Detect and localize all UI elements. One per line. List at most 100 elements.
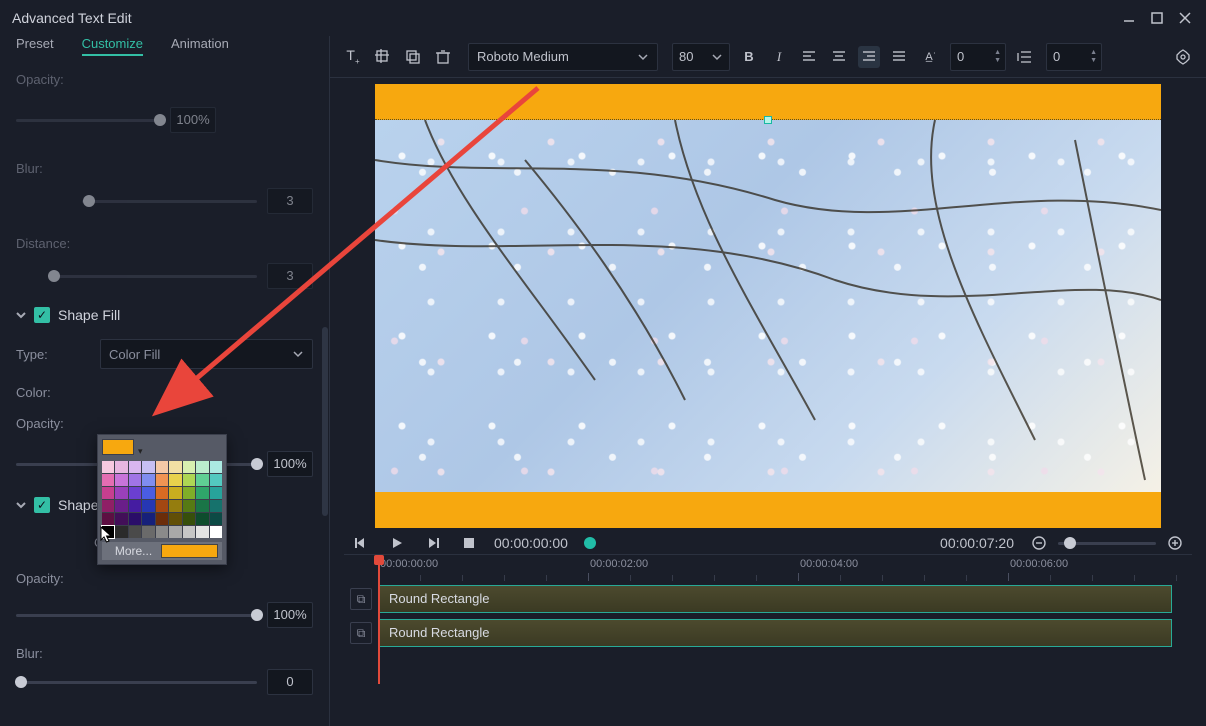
color-swatch[interactable] [196, 513, 208, 525]
color-swatch[interactable] [210, 474, 222, 486]
color-swatch[interactable] [142, 526, 154, 538]
maximize-button[interactable] [1148, 9, 1166, 27]
italic-button[interactable]: I [768, 46, 790, 68]
color-swatch[interactable] [169, 526, 181, 538]
color-swatch[interactable] [102, 513, 114, 525]
zoom-out-button[interactable] [1028, 532, 1050, 554]
shape-border-opacity-slider[interactable] [16, 614, 257, 617]
color-swatch[interactable] [210, 461, 222, 473]
color-swatch[interactable] [196, 526, 208, 538]
zoom-slider[interactable] [1058, 542, 1156, 545]
track-type-icon[interactable]: ⧉ [350, 588, 372, 610]
close-button[interactable] [1176, 9, 1194, 27]
color-swatch[interactable] [210, 526, 222, 538]
sidebar-scrollbar[interactable] [322, 327, 328, 516]
shape-border-checkbox[interactable]: ✓ [34, 497, 50, 513]
add-text-button[interactable]: T+ [342, 46, 364, 68]
step-back-button[interactable] [350, 532, 372, 554]
section-shape-fill[interactable]: ✓ Shape Fill [16, 307, 313, 323]
timeline-clip[interactable]: Round Rectangle [378, 619, 1172, 647]
title-shape-top[interactable] [375, 84, 1161, 120]
color-swatch[interactable] [169, 500, 181, 512]
line-spacing-icon[interactable] [1014, 46, 1036, 68]
shape-border-blur-value[interactable]: 0 [267, 669, 313, 695]
align-right-icon[interactable] [858, 46, 880, 68]
shape-border-opacity-value[interactable]: 100% [267, 602, 313, 628]
color-swatch[interactable] [156, 487, 168, 499]
shadow-blur-slider[interactable] [82, 200, 257, 203]
timeline[interactable]: 00:00:00:0000:00:02:0000:00:04:0000:00:0… [344, 554, 1192, 684]
track-type-icon[interactable]: ⧉ [350, 622, 372, 644]
shadow-distance-value[interactable]: 3 [267, 263, 313, 289]
color-swatch[interactable] [142, 487, 154, 499]
shape-fill-checkbox[interactable]: ✓ [34, 307, 50, 323]
color-grid[interactable] [102, 461, 222, 538]
color-swatch[interactable] [115, 461, 127, 473]
play-button[interactable] [386, 532, 408, 554]
color-swatch[interactable] [210, 513, 222, 525]
font-select[interactable]: Roboto Medium [468, 43, 658, 71]
color-swatch[interactable] [142, 513, 154, 525]
color-swatch[interactable] [115, 526, 127, 538]
color-swatch[interactable] [169, 487, 181, 499]
color-swatch[interactable] [129, 526, 141, 538]
color-swatch[interactable] [156, 461, 168, 473]
tab-animation[interactable]: Animation [171, 36, 229, 54]
trash-icon[interactable] [432, 46, 454, 68]
color-swatch[interactable] [102, 500, 114, 512]
color-swatch[interactable] [142, 474, 154, 486]
char-spacing-input[interactable]: 0▲▼ [950, 43, 1006, 71]
tab-customize[interactable]: Customize [82, 36, 143, 56]
color-swatch[interactable] [102, 461, 114, 473]
crop-icon[interactable] [372, 46, 394, 68]
color-swatch[interactable] [129, 513, 141, 525]
shape-border-blur-slider[interactable] [16, 681, 257, 684]
color-swatch[interactable] [183, 513, 195, 525]
shadow-distance-slider[interactable] [50, 275, 257, 278]
shadow-opacity-value[interactable]: 100% [170, 107, 216, 133]
color-swatch[interactable] [142, 500, 154, 512]
color-swatch[interactable] [169, 513, 181, 525]
preview-canvas[interactable] [375, 84, 1161, 528]
color-swatch[interactable] [183, 461, 195, 473]
title-shape-bottom[interactable] [375, 492, 1161, 528]
color-swatch[interactable] [115, 487, 127, 499]
color-swatch[interactable] [142, 461, 154, 473]
font-size-select[interactable]: 80 [672, 43, 730, 71]
color-more-button[interactable]: More... [106, 544, 161, 558]
timeline-clip[interactable]: Round Rectangle [378, 585, 1172, 613]
transport-scrub[interactable] [590, 542, 918, 545]
color-swatch[interactable] [169, 461, 181, 473]
color-swatch[interactable] [129, 487, 141, 499]
align-justify-icon[interactable] [888, 46, 910, 68]
shape-fill-type-select[interactable]: Color Fill [100, 339, 313, 369]
color-swatch[interactable] [102, 474, 114, 486]
color-swatch[interactable] [169, 474, 181, 486]
color-swatch[interactable] [183, 526, 195, 538]
color-swatch[interactable] [115, 474, 127, 486]
color-picker-popup[interactable]: ▾ More... [97, 434, 227, 565]
align-center-icon[interactable] [828, 46, 850, 68]
timeline-ruler[interactable]: 00:00:00:0000:00:02:0000:00:04:0000:00:0… [378, 555, 1192, 581]
color-swatch[interactable] [115, 513, 127, 525]
playhead[interactable] [378, 555, 380, 684]
step-forward-button[interactable] [422, 532, 444, 554]
zoom-in-button[interactable] [1164, 532, 1186, 554]
color-current-swatch[interactable] [102, 439, 134, 455]
selection-handle[interactable] [764, 116, 772, 124]
color-swatch[interactable] [196, 474, 208, 486]
align-left-icon[interactable] [798, 46, 820, 68]
color-swatch[interactable] [156, 526, 168, 538]
minimize-button[interactable] [1120, 9, 1138, 27]
color-swatch[interactable] [129, 474, 141, 486]
color-swatch[interactable] [129, 461, 141, 473]
color-swatch[interactable] [156, 500, 168, 512]
line-spacing-input[interactable]: 0▲▼ [1046, 43, 1102, 71]
color-swatch[interactable] [183, 487, 195, 499]
shadow-opacity-slider[interactable] [16, 119, 160, 122]
color-swatch[interactable] [196, 461, 208, 473]
color-swatch[interactable] [129, 500, 141, 512]
shape-fill-opacity-value[interactable]: 100% [267, 451, 313, 477]
color-swatch[interactable] [196, 487, 208, 499]
color-swatch[interactable] [210, 500, 222, 512]
